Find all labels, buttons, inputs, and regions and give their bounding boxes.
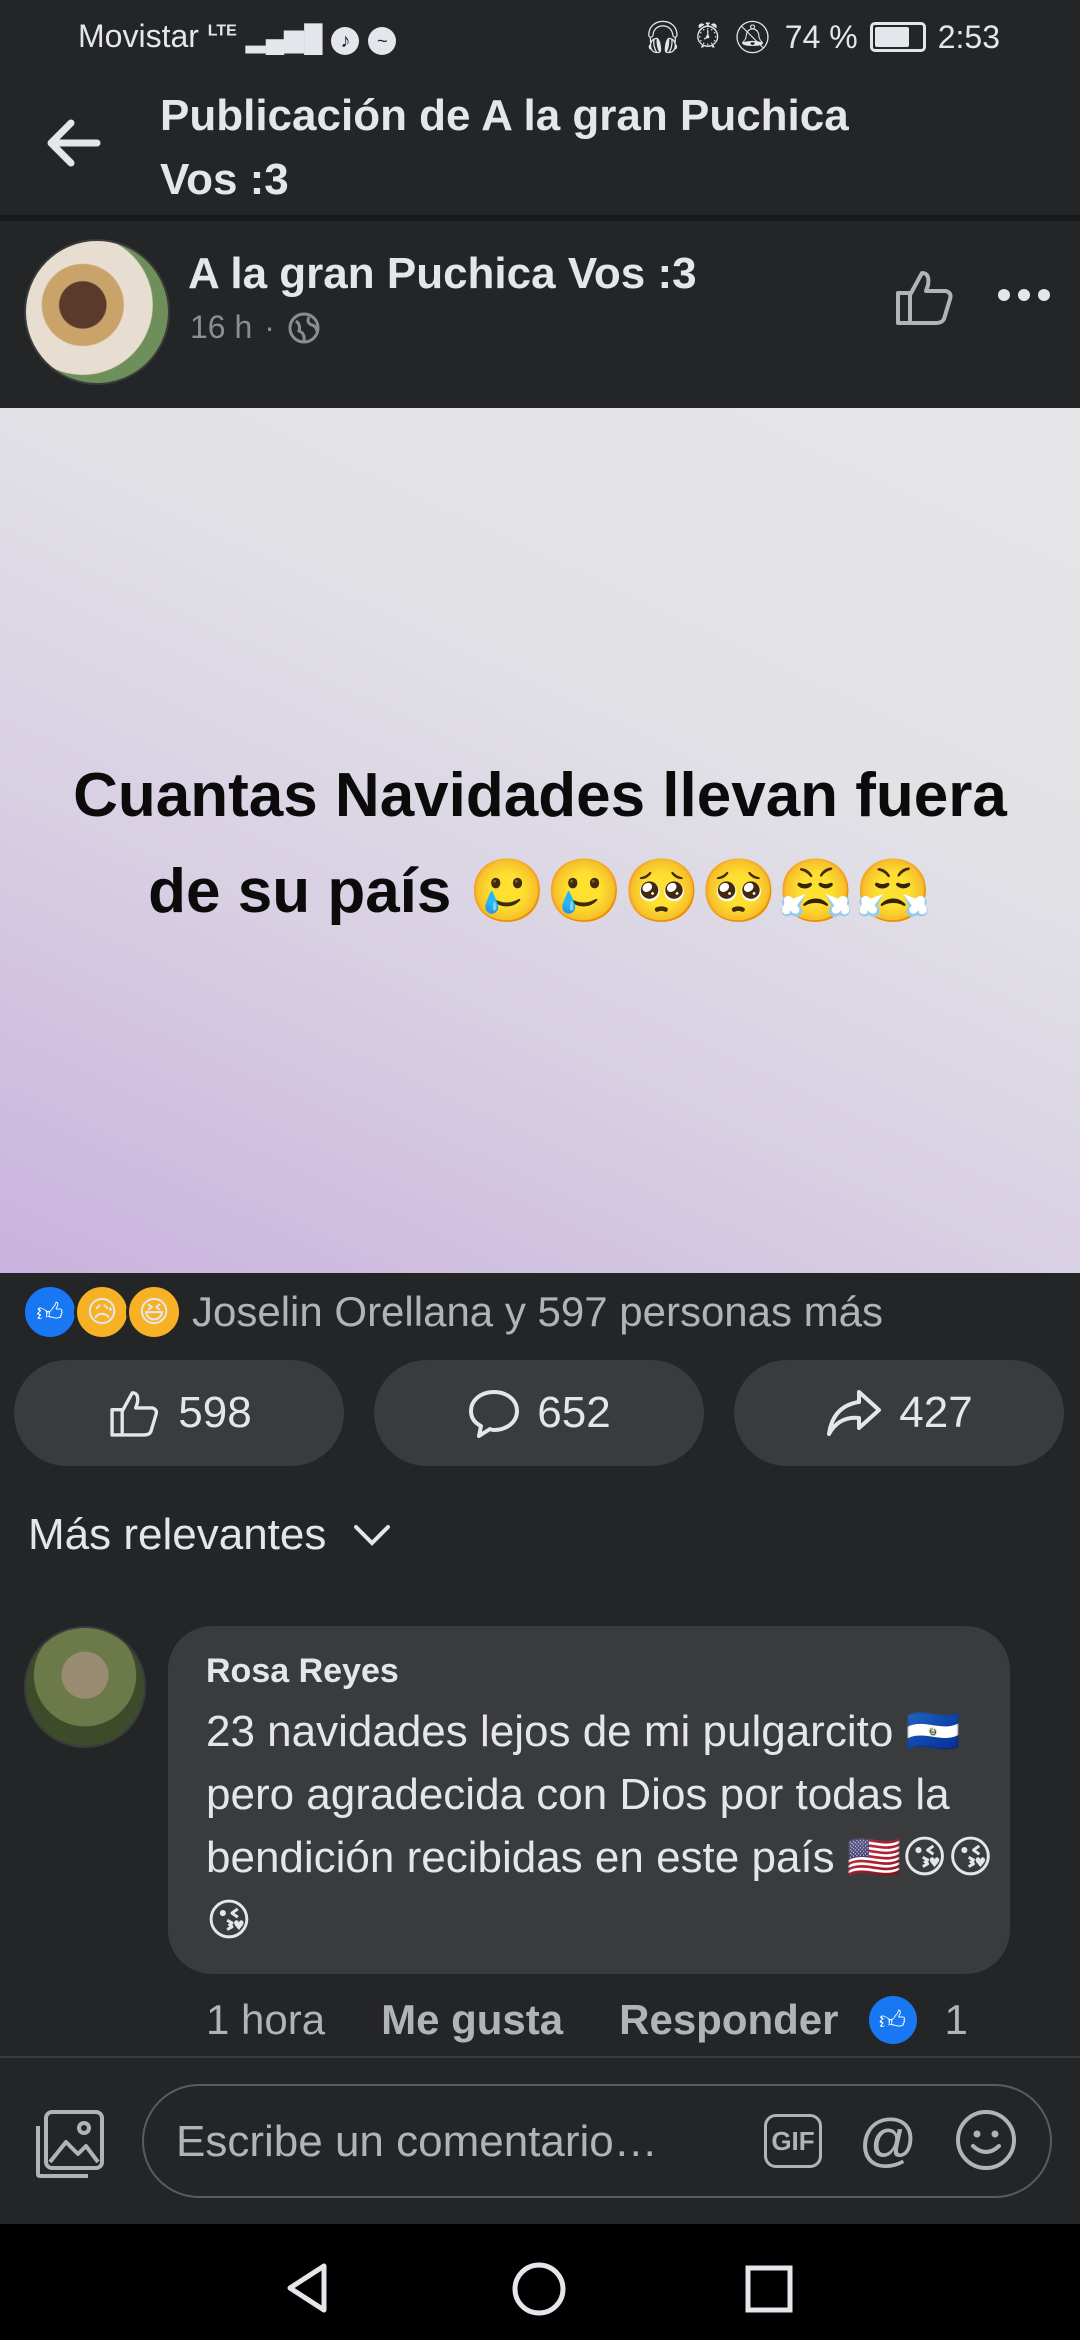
battery-icon [869,22,926,52]
comment-button[interactable]: 652 [374,1360,704,1466]
network-label: LTE [207,22,237,40]
comment-sort-selector[interactable]: Más relevantes [28,1510,392,1560]
gif-label: GIF [771,2125,815,2156]
thumbs-up-icon [110,1391,159,1437]
post-meta: 16 h · [190,309,321,346]
post-image-text: Cuantas Navidades llevan fuera de su paí… [0,748,1080,940]
like-page-icon[interactable] [892,265,956,329]
headphones-icon: 🎧︎ [642,19,684,55]
like-button[interactable]: 598 [14,1360,344,1466]
globe-icon [288,312,320,343]
comment-like-reaction-icon: 👍︎ [868,1996,917,2044]
nav-back-icon[interactable] [284,2262,332,2314]
title-line-1: Publicación de A la gran Puchica [160,91,849,140]
page-title: Publicación de A la gran Puchica Vos :3 [160,84,940,212]
mute-icon: 🔕︎ [732,19,773,55]
status-bar: Movistar LTE ▂▄▆█ ♪ ~ 🎧︎ ⏰︎ 🔕︎ 74 % 2:53 [0,0,1080,70]
gif-button[interactable]: GIF [764,2114,822,2168]
post-image[interactable]: Cuantas Navidades llevan fuera de su paí… [0,408,1080,1273]
comment-time: 1 hora [206,1996,326,2043]
back-button[interactable] [40,110,106,176]
nav-recents-icon[interactable] [744,2264,794,2314]
haha-reaction-icon: 😆 [126,1284,182,1340]
system-nav-bar [0,2224,1080,2340]
sort-label: Más relevantes [28,1510,327,1559]
photo-icon[interactable] [32,2106,108,2182]
mention-button[interactable]: @ [856,2107,920,2173]
post-header: A la gran Puchica Vos :3 16 h · [0,221,1080,408]
meta-separator: · [264,309,275,345]
signal-icon: ▂▄▆█ [245,23,323,53]
carrier-name: Movistar [78,18,199,54]
emoji-icon[interactable] [954,2108,1018,2172]
title-line-2: Vos :3 [160,155,289,204]
share-button[interactable]: 427 [734,1360,1064,1466]
share-count: 427 [899,1388,973,1437]
comment-author[interactable]: Rosa Reyes [206,1652,399,1691]
messenger-icon: ~ [368,27,397,55]
comment-input-wrapper: GIF @ [142,2084,1052,2198]
app-header: Publicación de A la gran Puchica Vos :3 [0,70,1080,221]
mention-icon: @ [858,2107,918,2173]
reactions-summary[interactable]: 👍︎ 😥 😆 Joselin Orellana y 597 personas m… [22,1284,884,1340]
comment-icon [469,1390,520,1438]
carrier-label: Movistar LTE ▂▄▆█ ♪ ~ [78,18,397,55]
music-icon: ♪ [331,27,360,55]
comment-actions: 1 hora Me gusta Responder 👍︎ 1 [206,1996,968,2044]
page-avatar[interactable] [24,239,170,385]
comment-like-count: 1 [944,1996,968,2043]
clock: 2:53 [937,18,1000,55]
post-text-line-2: de su país 🥲🥲🥺🥺😤😤 [148,857,932,926]
reactions-text: Joselin Orellana y 597 personas más [192,1288,884,1335]
comment-count: 652 [537,1388,611,1437]
share-icon [827,1390,882,1436]
status-right: 🎧︎ ⏰︎ 🔕︎ 74 % 2:53 [643,18,1000,56]
chevron-down-icon [354,1525,391,1546]
like-reaction-icon: 👍︎ [22,1284,78,1340]
post-time[interactable]: 16 h [190,309,252,346]
page-name[interactable]: A la gran Puchica Vos :3 [188,249,697,299]
battery-percent: 74 % [784,18,858,55]
post-text-line-1: Cuantas Navidades llevan fuera [73,761,1007,830]
comment-text: 23 navidades lejos de mi pulgarcito 🇸🇻pe… [206,1707,994,1945]
comment-composer: GIF @ [0,2056,1080,2226]
comment-input[interactable] [174,2086,738,2198]
commenter-avatar[interactable] [24,1626,146,1748]
comment-reply-button[interactable]: Responder [619,1996,838,2044]
alarm-icon: ⏰︎ [695,18,721,54]
arrow-left-icon [47,119,101,167]
nav-home-icon[interactable] [510,2260,568,2318]
comment-like-button[interactable]: Me gusta [381,1996,563,2044]
more-options-icon[interactable] [996,283,1052,307]
like-count: 598 [178,1388,252,1437]
sad-reaction-icon: 😥 [74,1284,130,1340]
